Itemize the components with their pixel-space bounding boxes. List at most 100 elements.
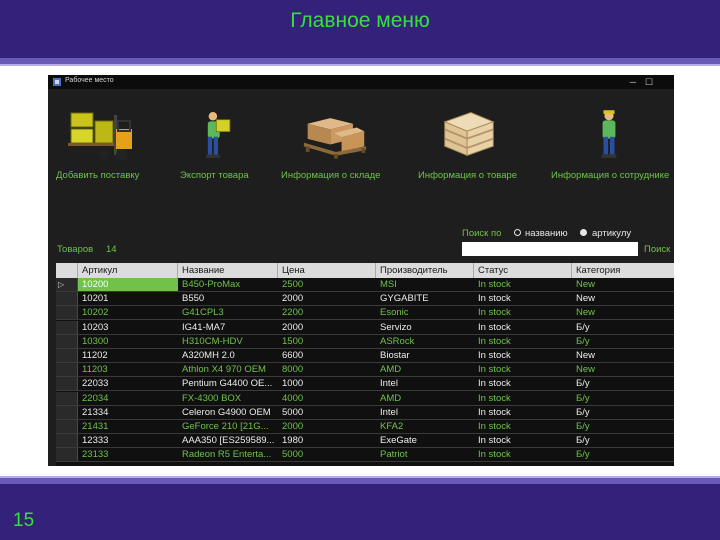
cell-category[interactable]: Б/у bbox=[572, 406, 674, 419]
row-header[interactable] bbox=[56, 306, 78, 320]
add-delivery-button[interactable]: Добавить поставку bbox=[48, 89, 158, 189]
cell-maker[interactable]: MSI bbox=[376, 278, 474, 291]
employee-info-button[interactable]: Информация о сотруднике bbox=[548, 89, 674, 189]
radio-by-article-label[interactable]: артикулу bbox=[592, 228, 631, 239]
cell-status[interactable]: In stock bbox=[474, 363, 572, 376]
cell-name[interactable]: Athlon X4 970 OEM bbox=[178, 363, 278, 376]
cell-status[interactable]: In stock bbox=[474, 406, 572, 419]
radio-by-name[interactable] bbox=[514, 229, 521, 236]
column-header-price[interactable]: Цена bbox=[278, 263, 376, 278]
cell-name[interactable]: FX-4300 BOX bbox=[178, 392, 278, 405]
table-row[interactable]: 10203 IG41-MA7 2000 Servizo In stock Б/у bbox=[56, 320, 674, 335]
cell-name[interactable]: AAA350 [ES259589... bbox=[178, 434, 278, 447]
cell-status[interactable]: In stock bbox=[474, 335, 572, 348]
column-header-category[interactable]: Категория bbox=[572, 263, 674, 278]
cell-price[interactable]: 2000 bbox=[278, 292, 376, 305]
table-row[interactable]: 21334 Celeron G4900 OEM 5000 Intel In stock Б… bbox=[56, 405, 674, 420]
cell-price[interactable]: 4000 bbox=[278, 392, 376, 405]
row-header[interactable] bbox=[56, 292, 78, 306]
cell-price[interactable]: 8000 bbox=[278, 363, 376, 376]
cell-article[interactable]: 10300 bbox=[78, 335, 178, 348]
cell-status[interactable]: In stock bbox=[474, 349, 572, 362]
cell-status[interactable]: In stock bbox=[474, 448, 572, 461]
cell-price[interactable]: 1980 bbox=[278, 434, 376, 447]
cell-price[interactable]: 5000 bbox=[278, 448, 376, 461]
window-titlebar[interactable]: Рабочее место ─ ☐ bbox=[48, 75, 674, 89]
cell-category[interactable]: Б/у bbox=[572, 377, 674, 390]
cell-maker[interactable]: KFA2 bbox=[376, 420, 474, 433]
cell-category[interactable]: New bbox=[572, 349, 674, 362]
cell-category[interactable]: Б/у bbox=[572, 434, 674, 447]
column-header-maker[interactable]: Производитель bbox=[376, 263, 474, 278]
table-row[interactable]: 22033 Pentium G4400 OE... 1000 Intel In stoc… bbox=[56, 377, 674, 392]
table-row[interactable]: 22034 FX-4300 BOX 4000 AMD In stock Б/у bbox=[56, 391, 674, 406]
cell-article[interactable]: 10202 bbox=[78, 306, 178, 319]
row-header[interactable] bbox=[56, 349, 78, 362]
cell-maker[interactable]: Servizo bbox=[376, 321, 474, 334]
cell-status[interactable]: In stock bbox=[474, 420, 572, 433]
cell-maker[interactable]: Intel bbox=[376, 406, 474, 419]
cell-status[interactable]: In stock bbox=[474, 306, 572, 319]
cell-name[interactable]: A320MH 2.0 bbox=[178, 349, 278, 362]
column-header-name[interactable]: Название bbox=[178, 263, 278, 278]
row-header[interactable] bbox=[56, 377, 78, 391]
cell-price[interactable]: 1000 bbox=[278, 377, 376, 390]
radio-by-article[interactable] bbox=[580, 229, 587, 236]
cell-article[interactable]: 11203 bbox=[78, 363, 178, 376]
cell-price[interactable]: 2000 bbox=[278, 321, 376, 334]
cell-maker[interactable]: Esonic bbox=[376, 306, 474, 319]
cell-price[interactable]: 2500 bbox=[278, 278, 376, 291]
cell-category[interactable]: Б/у bbox=[572, 420, 674, 433]
search-input[interactable] bbox=[462, 242, 638, 256]
cell-category[interactable]: Б/у bbox=[572, 321, 674, 334]
cell-price[interactable]: 1500 bbox=[278, 335, 376, 348]
cell-name[interactable]: IG41-MA7 bbox=[178, 321, 278, 334]
cell-status[interactable]: In stock bbox=[474, 278, 572, 291]
row-header[interactable] bbox=[56, 363, 78, 377]
radio-by-name-label[interactable]: названию bbox=[525, 228, 568, 239]
export-goods-button[interactable]: Экспорт товара bbox=[173, 89, 273, 189]
cell-category[interactable]: New bbox=[572, 306, 674, 319]
cell-article[interactable]: 23133 bbox=[78, 448, 178, 461]
cell-article[interactable]: 21431 bbox=[78, 420, 178, 433]
cell-name[interactable]: G41CPL3 bbox=[178, 306, 278, 319]
cell-category[interactable]: Б/у bbox=[572, 335, 674, 348]
row-header[interactable]: ▷ bbox=[56, 278, 78, 291]
goods-table[interactable]: Артикул Название Цена Производитель Стат… bbox=[56, 263, 674, 466]
cell-price[interactable]: 5000 bbox=[278, 406, 376, 419]
cell-article[interactable]: 10201 bbox=[78, 292, 178, 305]
cell-maker[interactable]: AMD bbox=[376, 392, 474, 405]
column-header-status[interactable]: Статус bbox=[474, 263, 572, 278]
cell-maker[interactable]: Biostar bbox=[376, 349, 474, 362]
row-header[interactable] bbox=[56, 434, 78, 448]
table-row[interactable]: ▷ 10200 B450-ProMax 2500 MSI In stock New bbox=[56, 278, 674, 292]
table-row[interactable]: 11203 Athlon X4 970 OEM 8000 AMD In stock New bbox=[56, 363, 674, 378]
cell-article[interactable]: 22033 bbox=[78, 377, 178, 390]
cell-article[interactable]: 21334 bbox=[78, 406, 178, 419]
cell-name[interactable]: B550 bbox=[178, 292, 278, 305]
minimize-button[interactable]: ─ bbox=[626, 76, 640, 88]
cell-name[interactable]: GeForce 210 [21G... bbox=[178, 420, 278, 433]
goods-info-button[interactable]: Информация о товаре bbox=[413, 89, 533, 189]
table-row[interactable]: 12333 AAA350 [ES259589... 1980 ExeGate In st… bbox=[56, 434, 674, 449]
row-header[interactable] bbox=[56, 391, 78, 405]
cell-status[interactable]: In stock bbox=[474, 292, 572, 305]
cell-category[interactable]: New bbox=[572, 292, 674, 305]
search-button[interactable]: Поиск bbox=[644, 244, 670, 255]
table-row[interactable]: 21431 GeForce 210 [21G... 2000 KFA2 In stock… bbox=[56, 420, 674, 434]
cell-category[interactable]: Б/у bbox=[572, 392, 674, 405]
row-header[interactable] bbox=[56, 420, 78, 433]
cell-maker[interactable]: ExeGate bbox=[376, 434, 474, 447]
row-header[interactable] bbox=[56, 448, 78, 462]
cell-category[interactable]: Б/у bbox=[572, 448, 674, 461]
row-header[interactable] bbox=[56, 334, 78, 348]
cell-article[interactable]: 12333 bbox=[78, 434, 178, 447]
cell-name[interactable]: H310CM-HDV bbox=[178, 335, 278, 348]
cell-article[interactable]: 22034 bbox=[78, 392, 178, 405]
table-row[interactable]: 10300 H310CM-HDV 1500 ASRock In stock Б/у bbox=[56, 334, 674, 349]
cell-article[interactable]: 10203 bbox=[78, 321, 178, 334]
cell-category[interactable]: New bbox=[572, 278, 674, 291]
cell-name[interactable]: Pentium G4400 OE... bbox=[178, 377, 278, 390]
cell-maker[interactable]: Intel bbox=[376, 377, 474, 390]
cell-price[interactable]: 2000 bbox=[278, 420, 376, 433]
